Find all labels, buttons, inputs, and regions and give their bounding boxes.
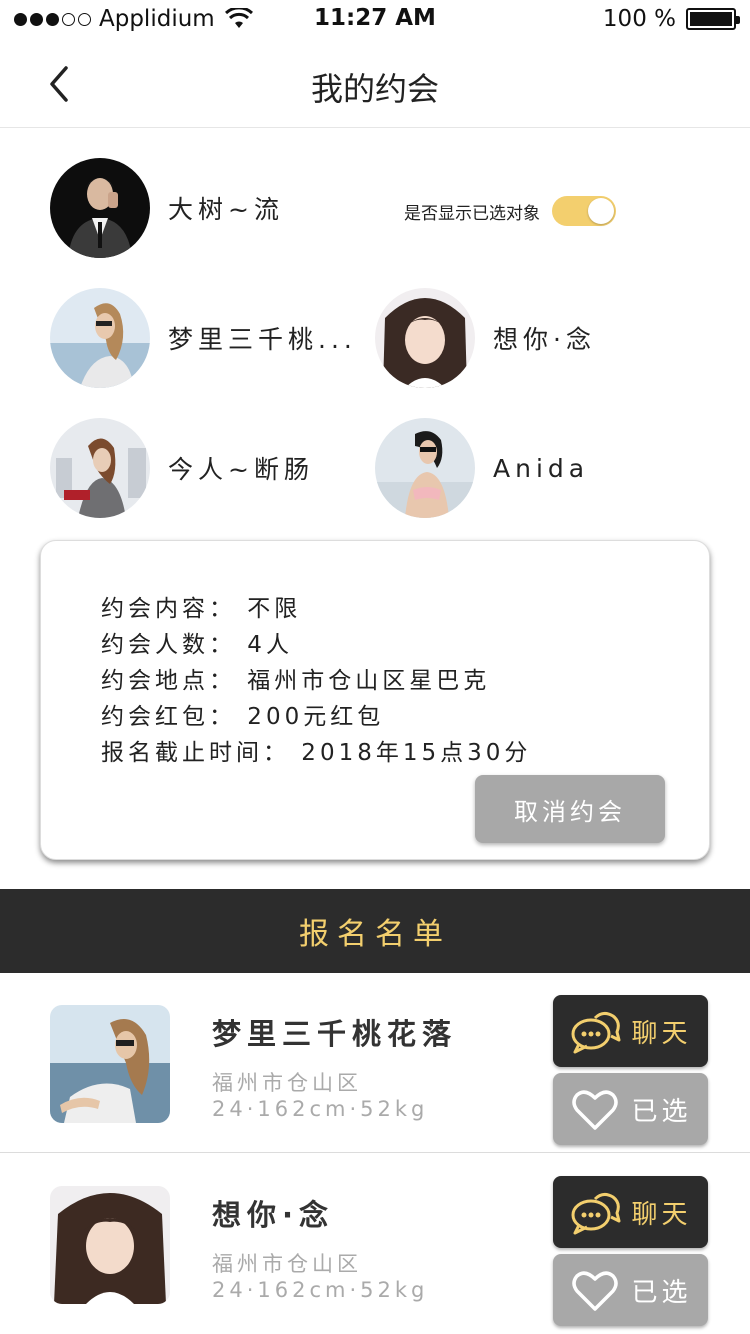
avatar <box>375 288 475 388</box>
row-divider <box>0 1152 750 1153</box>
battery-percent: 100 % <box>602 6 676 32</box>
selected-button[interactable]: 已选 <box>553 1254 708 1326</box>
host-avatar <box>50 158 150 258</box>
heart-icon <box>572 1271 619 1311</box>
selected-person-name: Anida <box>493 453 590 483</box>
chat-bubble-icon <box>571 1011 621 1054</box>
toggle-knob <box>588 198 614 224</box>
selected-button-label: 已选 <box>631 1096 692 1127</box>
applicant-location: 福州市仓山区 <box>212 1071 362 1095</box>
date-red-packet-line: 约会红包： 200元红包 <box>101 704 385 730</box>
chat-button-label: 聊天 <box>631 1199 692 1230</box>
selected-person[interactable]: 想你·念 <box>375 288 596 388</box>
battery-icon <box>686 8 740 30</box>
chat-button[interactable]: 聊天 <box>553 1176 708 1248</box>
show-selected-toggle[interactable] <box>552 196 616 226</box>
status-right: 100 % <box>602 6 740 32</box>
applicant-stats: 24·162cm·52kg <box>212 1278 429 1302</box>
selected-person[interactable]: Anida <box>375 418 589 518</box>
applicant-stats: 24·162cm·52kg <box>212 1097 429 1121</box>
date-content-line: 约会内容： 不限 <box>101 596 302 622</box>
applicant-photo[interactable] <box>50 1005 170 1123</box>
selected-person[interactable]: 今人~断肠 <box>50 418 314 518</box>
chat-button[interactable]: 聊天 <box>553 995 708 1067</box>
cancel-date-button[interactable]: 取消约会 <box>475 775 665 843</box>
show-selected-toggle-row: 是否显示已选对象 <box>404 196 616 226</box>
chat-bubble-icon <box>571 1192 621 1235</box>
signup-deadline-line: 报名截止时间： 2018年15点30分 <box>101 740 532 766</box>
chat-button-label: 聊天 <box>631 1018 692 1049</box>
date-info-lines: 约会内容： 不限 约会人数： 4人 约会地点： 福州市仓山区星巴克 约会红包： … <box>101 591 531 771</box>
selected-button[interactable]: 已选 <box>553 1073 708 1145</box>
signup-list-header: 报名名单 <box>0 889 750 973</box>
applicant-row: 梦里三千桃花落 福州市仓山区 24·162cm·52kg 聊天 已选 <box>0 973 750 1153</box>
selected-button-label: 已选 <box>631 1277 692 1308</box>
nav-bar: 我的约会 <box>0 40 750 128</box>
toggle-label: 是否显示已选对象 <box>404 203 540 224</box>
applicant-name: 想你·念 <box>212 1198 335 1232</box>
applicant-name: 梦里三千桃花落 <box>212 1017 458 1051</box>
page-title: 我的约会 <box>310 70 439 108</box>
applicant-photo[interactable] <box>50 1186 170 1304</box>
date-count-line: 约会人数： 4人 <box>101 632 293 658</box>
selected-person-name: 想你·念 <box>493 325 596 354</box>
host-name: 大树~流 <box>168 195 284 224</box>
avatar <box>50 288 150 388</box>
date-location-line: 约会地点： 福州市仓山区星巴克 <box>101 668 491 694</box>
selected-person[interactable]: 梦里三千桃... <box>50 288 357 388</box>
selected-person-name: 今人~断肠 <box>168 455 314 484</box>
date-info-card: 约会内容： 不限 约会人数： 4人 约会地点： 福州市仓山区星巴克 约会红包： … <box>40 540 710 860</box>
applicant-row: 想你·念 福州市仓山区 24·162cm·52kg 聊天 已选 <box>0 1154 750 1334</box>
heart-icon <box>572 1090 619 1130</box>
applicant-location: 福州市仓山区 <box>212 1252 362 1276</box>
selected-person-name: 梦里三千桃... <box>168 325 357 354</box>
status-bar: Applidium 11:27 AM 100 % <box>0 0 750 40</box>
avatar <box>50 418 150 518</box>
host-profile[interactable]: 大树~流 <box>50 158 284 258</box>
avatar <box>375 418 475 518</box>
